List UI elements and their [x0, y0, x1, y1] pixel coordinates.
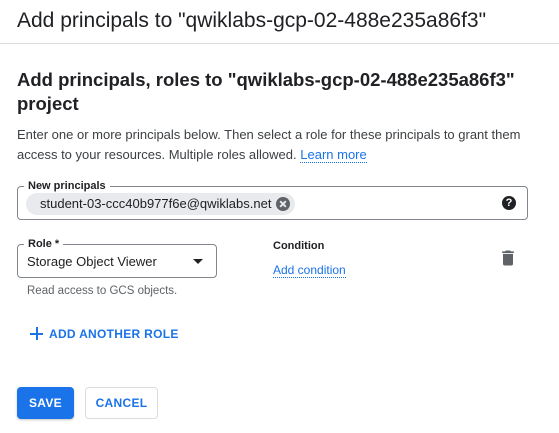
- arrow-drop-down-icon: [193, 259, 203, 264]
- panel-content: Add principals, roles to "qwiklabs-gcp-0…: [17, 68, 537, 165]
- description-text: Enter one or more principals below. Then…: [17, 127, 521, 162]
- principal-chip[interactable]: student-03-ccc40b977f6e@qwiklabs.net: [26, 193, 296, 215]
- add-principals-panel: Add principals to "qwiklabs-gcp-02-488e2…: [0, 0, 559, 433]
- description: Enter one or more principals below. Then…: [17, 125, 537, 165]
- trash-icon[interactable]: [498, 248, 518, 268]
- cancel-button[interactable]: CANCEL: [85, 387, 158, 419]
- add-another-role-button[interactable]: ADD ANOTHER ROLE: [30, 325, 179, 343]
- add-another-role-label: ADD ANOTHER ROLE: [49, 327, 179, 341]
- save-button[interactable]: SAVE: [17, 387, 74, 419]
- new-principals-field[interactable]: New principals student-03-ccc40b977f6e@q…: [17, 179, 528, 220]
- panel-title: Add principals to "qwiklabs-gcp-02-488e2…: [17, 9, 487, 32]
- add-condition-link[interactable]: Add condition: [273, 263, 346, 278]
- role-hint: Read access to GCS objects.: [27, 285, 178, 297]
- principal-chip-text: student-03-ccc40b977f6e@qwiklabs.net: [40, 196, 272, 211]
- role-select[interactable]: Role * Storage Object Viewer: [17, 237, 217, 278]
- learn-more-link[interactable]: Learn more: [300, 147, 367, 163]
- condition-title: Condition: [273, 240, 325, 252]
- help-circle-icon[interactable]: ?: [502, 196, 516, 210]
- section-title: Add principals, roles to "qwiklabs-gcp-0…: [17, 69, 515, 114]
- panel-header: Add principals to "qwiklabs-gcp-02-488e2…: [0, 0, 559, 44]
- role-selected-value: Storage Object Viewer: [27, 254, 157, 269]
- plus-icon: [30, 327, 43, 340]
- role-label: Role *: [24, 237, 64, 251]
- cancel-circle-icon[interactable]: [276, 197, 291, 211]
- add-condition-link-wrap: Add condition: [273, 263, 346, 278]
- new-principals-label: New principals: [24, 179, 110, 193]
